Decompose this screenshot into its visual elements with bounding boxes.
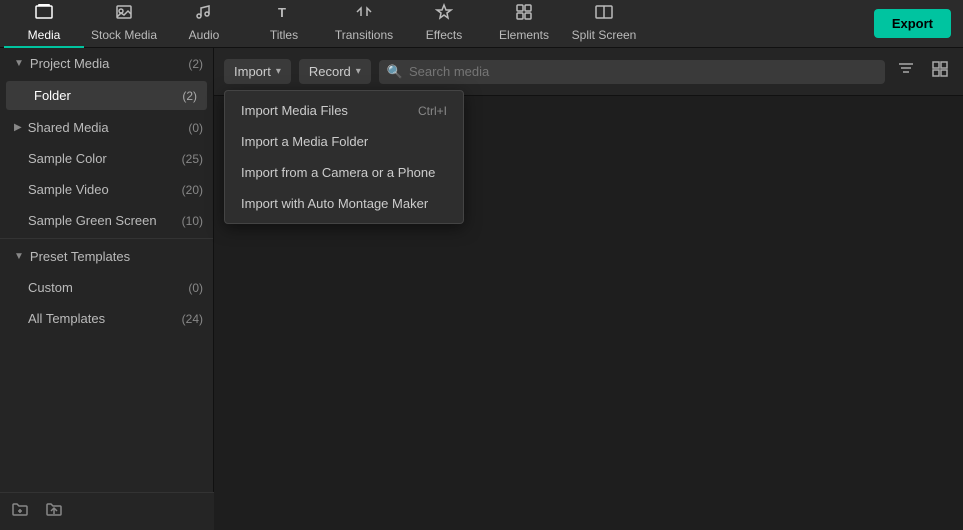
sidebar: Project Media (2) Folder (2) Shared Medi… [0,48,214,530]
dropdown-import-camera[interactable]: Import from a Camera or a Phone [225,157,463,188]
dropdown-import-files-shortcut: Ctrl+I [418,104,447,118]
sidebar-custom-label: Custom [28,280,73,295]
import-button[interactable]: Import ▾ [224,59,291,84]
nav-titles[interactable]: T Titles [244,0,324,48]
chevron-shared-media [14,122,22,133]
dropdown-import-files-label: Import Media Files [241,103,348,118]
sidebar-custom-count: (0) [188,281,203,295]
transitions-icon [355,3,373,26]
content-area: Import ▾ Record ▾ 🔍 [214,48,963,530]
chevron-preset-templates [14,251,24,262]
new-folder-icon[interactable] [10,499,30,524]
sidebar-sample-video-label: Sample Video [28,182,109,197]
nav-split-screen-label: Split Screen [572,28,637,42]
sidebar-item-preset-templates[interactable]: Preset Templates [0,241,213,272]
dropdown-import-files[interactable]: Import Media Files Ctrl+I [225,95,463,126]
audio-icon [195,3,213,26]
import-arrow: ▾ [276,66,281,77]
sidebar-item-folder[interactable]: Folder (2) [6,81,207,110]
sidebar-divider-1 [0,238,213,239]
sidebar-preset-templates-label: Preset Templates [30,249,130,264]
dropdown-import-montage-label: Import with Auto Montage Maker [241,196,428,211]
sidebar-all-templates-label: All Templates [28,311,105,326]
nav-titles-label: Titles [270,28,298,42]
nav-audio[interactable]: Audio [164,0,244,48]
media-icon [35,3,53,26]
sidebar-shared-media-count: (0) [188,121,203,135]
main-area: Project Media (2) Folder (2) Shared Medi… [0,48,963,530]
nav-stock-media[interactable]: Stock Media [84,0,164,48]
sidebar-shared-media-label: Shared Media [28,120,109,135]
sidebar-sample-color-label: Sample Color [28,151,107,166]
top-nav: Media Stock Media Audio T Titles [0,0,963,48]
elements-icon [515,3,533,26]
import-dropdown-menu: Import Media Files Ctrl+I Import a Media… [224,90,464,224]
sidebar-bottom [0,492,214,530]
sidebar-item-project-media[interactable]: Project Media (2) [0,48,213,79]
sidebar-item-sample-color[interactable]: Sample Color (25) [0,143,213,174]
nav-elements-label: Elements [499,28,549,42]
sidebar-project-media-label: Project Media [30,56,109,71]
record-arrow: ▾ [356,66,361,77]
import-label: Import [234,64,271,79]
export-button[interactable]: Export [874,9,951,38]
sidebar-item-all-templates[interactable]: All Templates (24) [0,303,213,334]
sidebar-project-media-count: (2) [188,57,203,71]
dropdown-import-montage[interactable]: Import with Auto Montage Maker [225,188,463,219]
svg-text:T: T [278,5,286,20]
sidebar-sample-green-screen-count: (10) [182,214,203,228]
dropdown-import-folder-label: Import a Media Folder [241,134,368,149]
record-button[interactable]: Record ▾ [299,59,371,84]
sidebar-sample-green-screen-label: Sample Green Screen [28,213,157,228]
sidebar-sample-video-count: (20) [182,183,203,197]
nav-audio-label: Audio [189,28,220,42]
record-label: Record [309,64,351,79]
sidebar-item-custom[interactable]: Custom (0) [0,272,213,303]
grid-view-button[interactable] [927,56,953,87]
dropdown-import-camera-label: Import from a Camera or a Phone [241,165,435,180]
search-icon: 🔍 [387,64,403,80]
search-input[interactable] [409,64,877,79]
nav-transitions[interactable]: Transitions [324,0,404,48]
dropdown-import-folder[interactable]: Import a Media Folder [225,126,463,157]
nav-media[interactable]: Media [4,0,84,48]
sidebar-item-sample-video[interactable]: Sample Video (20) [0,174,213,205]
search-box: 🔍 [379,60,885,84]
titles-icon: T [275,3,293,26]
nav-effects[interactable]: Effects [404,0,484,48]
nav-effects-label: Effects [426,28,462,42]
nav-transitions-label: Transitions [335,28,393,42]
effects-icon [435,3,453,26]
import-folder-icon[interactable] [44,499,64,524]
filter-button[interactable] [893,56,919,87]
nav-elements[interactable]: Elements [484,0,564,48]
stock-media-icon [115,3,133,26]
sidebar-sample-color-count: (25) [182,152,203,166]
nav-split-screen[interactable]: Split Screen [564,0,644,48]
sidebar-folder-label: Folder [34,88,71,103]
split-screen-icon [595,3,613,26]
sidebar-item-shared-media[interactable]: Shared Media (0) [0,112,213,143]
content-toolbar: Import ▾ Record ▾ 🔍 [214,48,963,96]
sidebar-folder-count: (2) [182,89,197,103]
sidebar-all-templates-count: (24) [182,312,203,326]
nav-media-label: Media [28,28,61,42]
sidebar-item-sample-green-screen[interactable]: Sample Green Screen (10) [0,205,213,236]
chevron-project-media [14,58,24,69]
nav-stock-media-label: Stock Media [91,28,157,42]
